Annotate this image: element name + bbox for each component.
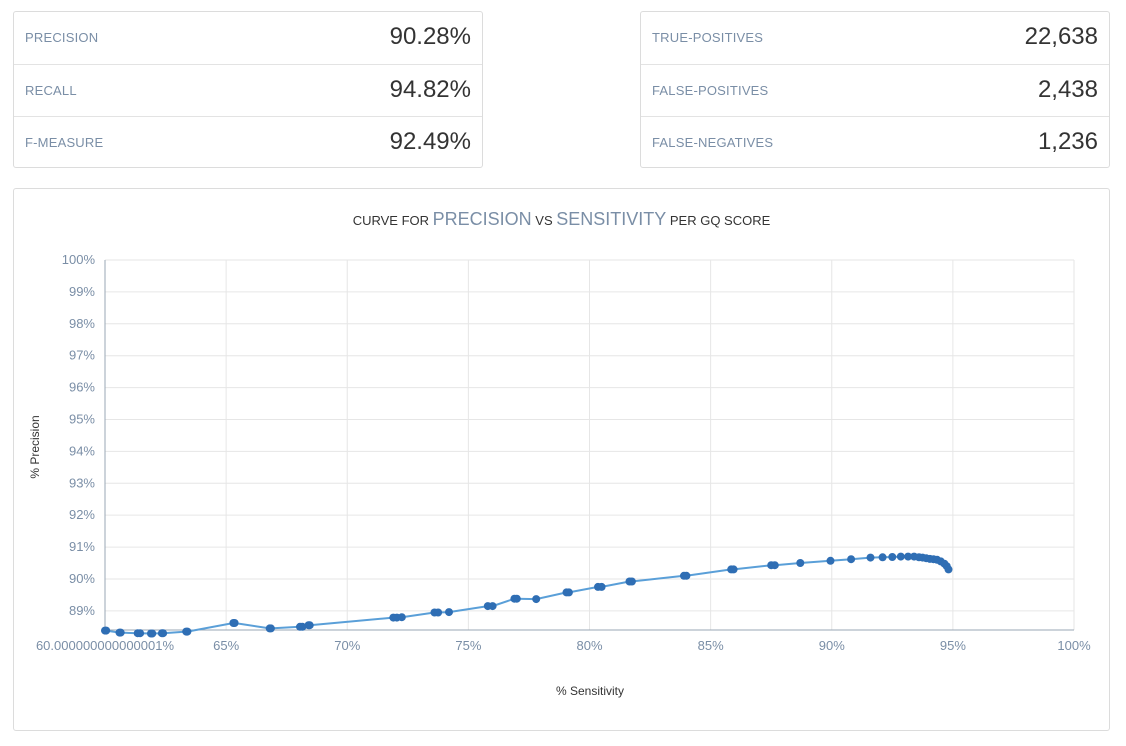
metric-row-f-measure: F-MEASURE 92.49% (14, 116, 482, 167)
data-point (896, 552, 905, 561)
data-point (488, 602, 497, 611)
chart-panel: CURVE FOR PRECISION VS SENSITIVITY PER G… (13, 188, 1110, 731)
y-tick-label: 93% (69, 475, 95, 490)
metric-row-false-negatives: FALSE-NEGATIVES 1,236 (641, 116, 1109, 167)
data-point (148, 629, 157, 638)
x-tick-label: 90% (819, 638, 845, 653)
data-point (230, 619, 239, 627)
data-point (944, 565, 953, 574)
x-axis-title: % Sensitivity (556, 684, 624, 698)
data-point (445, 608, 453, 617)
data-point (434, 608, 443, 617)
x-tick-label: 70% (334, 638, 360, 653)
y-tick-label: 99% (69, 284, 95, 299)
data-point (305, 621, 314, 630)
data-point (116, 628, 125, 637)
y-tick-label: 90% (69, 571, 95, 586)
metric-label-recall: RECALL (25, 83, 77, 98)
y-tick-label: 96% (69, 380, 95, 395)
data-point (136, 629, 145, 638)
precision-sensitivity-chart: 60.000000000000001% 65% 70% 75% 80% 85% 90% 95%… (28, 252, 1091, 698)
data-point (729, 565, 738, 574)
x-tick-label: 75% (455, 638, 481, 653)
x-tick-label: 80% (576, 638, 602, 653)
data-point (266, 624, 275, 633)
y-tick-label: 91% (69, 539, 95, 554)
y-tick-label: 94% (69, 443, 95, 458)
data-point (159, 629, 168, 638)
metric-value-precision: 90.28% (389, 23, 471, 50)
x-tick-label: 60.000000000000001% (36, 638, 175, 653)
metric-row-true-positives: TRUE-POSITIVES 22,638 (641, 12, 1109, 63)
data-point (878, 553, 887, 562)
metric-value-false-negatives: 1,236 (1037, 128, 1098, 155)
y-tick-label: 92% (69, 507, 95, 522)
metric-label-true-positives: TRUE-POSITIVES (652, 30, 764, 45)
metric-label-false-negatives: FALSE-NEGATIVES (652, 135, 774, 150)
y-tick-label: 98% (69, 316, 95, 331)
metric-row-false-positives: FALSE-POSITIVES 2,438 (641, 64, 1109, 115)
y-tick-label: 89% (69, 603, 95, 618)
data-point (826, 556, 835, 565)
data-point (888, 553, 897, 561)
metrics-panel-right: TRUE-POSITIVES 22,638 FALSE-POSITIVES 2,… (640, 11, 1110, 168)
data-point (866, 553, 875, 562)
data-point (564, 588, 573, 597)
metric-label-false-positives: FALSE-POSITIVES (652, 83, 769, 98)
data-point (532, 595, 541, 604)
metric-row-precision: PRECISION 90.28% (14, 12, 482, 63)
data-point (770, 561, 779, 570)
metric-value-recall: 94.82% (389, 76, 471, 103)
data-point (847, 555, 856, 564)
metric-label-precision: PRECISION (25, 30, 99, 45)
metric-label-f-measure: F-MEASURE (25, 135, 104, 150)
grid-layer (104, 259, 1075, 630)
x-tick-label: 100% (1057, 638, 1091, 653)
metric-value-true-positives: 22,638 (1024, 23, 1098, 50)
y-tick-label: 97% (69, 348, 95, 363)
data-point (682, 571, 691, 580)
metric-value-false-positives: 2,438 (1037, 76, 1098, 103)
x-tick-label: 95% (940, 638, 966, 653)
y-tick-label: 100% (62, 252, 96, 267)
x-tick-label: 65% (213, 638, 239, 653)
metric-value-f-measure: 92.49% (389, 128, 471, 155)
metrics-panel-left: PRECISION 90.28% RECALL 94.82% F-MEASURE… (13, 11, 483, 168)
data-point (397, 613, 406, 622)
data-point (796, 559, 805, 567)
data-point (183, 627, 192, 636)
y-axis-title: % Precision (28, 415, 42, 478)
y-tick-label: 95% (69, 411, 95, 426)
data-point (627, 577, 636, 586)
x-tick-label: 85% (698, 638, 724, 653)
data-point (512, 594, 521, 603)
metric-row-recall: RECALL 94.82% (14, 64, 482, 115)
data-point (102, 626, 111, 635)
data-point (597, 582, 606, 591)
